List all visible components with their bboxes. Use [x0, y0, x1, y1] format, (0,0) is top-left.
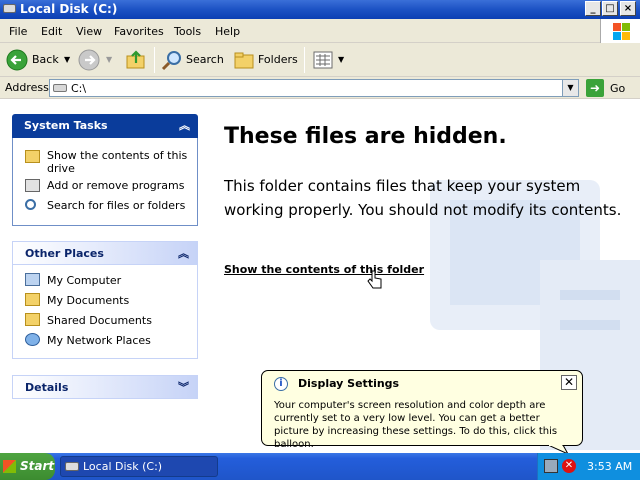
start-button[interactable]: Start: [0, 453, 55, 480]
other-places-panel: My Computer My Documents Shared Document…: [12, 265, 198, 359]
show-contents-link[interactable]: Show the contents of this folder: [224, 263, 424, 276]
address-input[interactable]: C:\ ▼: [49, 79, 579, 97]
up-folder-icon: [126, 50, 145, 69]
menu-bar: File Edit View Favorites Tools Help: [0, 19, 640, 43]
minimize-button[interactable]: _: [585, 1, 601, 16]
toolbar: Back ▼ ▼ Search Folders ▼: [0, 43, 640, 77]
place-my-network-places[interactable]: My Network Places: [47, 334, 151, 347]
documents-icon: [25, 293, 40, 306]
taskbar: Start Local Disk (C:) ✕ 3:53 AM: [0, 453, 640, 480]
details-header[interactable]: Details ︾: [12, 375, 198, 399]
taskbar-window-button[interactable]: Local Disk (C:): [60, 456, 218, 477]
folder-icon: [25, 313, 40, 326]
close-button[interactable]: ×: [620, 1, 636, 16]
system-tasks-header[interactable]: System Tasks ︽: [12, 114, 198, 138]
menu-tools[interactable]: Tools: [174, 25, 201, 38]
back-dropdown-icon[interactable]: ▼: [64, 48, 70, 72]
back-label: Back: [32, 53, 59, 66]
address-label: Address: [5, 81, 49, 94]
up-folder-button[interactable]: [124, 48, 148, 72]
place-my-documents[interactable]: My Documents: [47, 294, 129, 307]
explorer-window: Local Disk (C:) _ □ × File Edit View Fav…: [0, 0, 640, 455]
views-icon: [313, 51, 333, 69]
details-title: Details: [25, 381, 69, 394]
balloon-message: Your computer's screen resolution and co…: [274, 400, 558, 450]
toolbar-separator: [304, 47, 305, 73]
windows-logo-icon: [600, 19, 640, 43]
menu-favorites[interactable]: Favorites: [114, 25, 164, 38]
task-show-contents[interactable]: Show the contents of this drive: [47, 149, 187, 175]
drive-icon: [53, 84, 67, 92]
task-search-files[interactable]: Search for files or folders: [47, 199, 185, 212]
collapse-chevron-icon[interactable]: ︽: [178, 242, 189, 266]
drive-icon: [65, 462, 79, 471]
balloon-close-icon[interactable]: ✕: [561, 375, 577, 390]
collapse-chevron-icon[interactable]: ︽: [179, 114, 190, 138]
search-icon: [25, 199, 36, 210]
network-icon: [25, 333, 40, 346]
expand-chevron-icon[interactable]: ︾: [178, 376, 189, 400]
views-dropdown-icon[interactable]: ▼: [338, 48, 344, 72]
start-label: Start: [20, 459, 55, 473]
display-settings-tray-icon[interactable]: [544, 459, 558, 473]
folders-button[interactable]: Folders: [232, 48, 298, 72]
security-alert-icon[interactable]: ✕: [562, 459, 576, 473]
back-button[interactable]: Back ▼: [4, 48, 72, 72]
clock: 3:53 AM: [587, 460, 633, 473]
programs-icon: [25, 179, 40, 192]
other-places-header[interactable]: Other Places ︽: [12, 241, 198, 265]
go-arrow-icon: ➜: [586, 79, 604, 97]
search-icon: [161, 51, 181, 71]
folders-icon: [234, 52, 254, 69]
search-button[interactable]: Search: [160, 48, 224, 72]
forward-dropdown-icon[interactable]: ▼: [106, 48, 112, 72]
balloon-title: Display Settings: [298, 377, 400, 390]
search-label: Search: [186, 53, 224, 66]
title-bar[interactable]: Local Disk (C:) _ □ ×: [0, 0, 640, 19]
system-tray: ✕ 3:53 AM: [537, 453, 640, 480]
toolbar-separator: [154, 47, 155, 73]
menu-view[interactable]: View: [76, 25, 102, 38]
address-bar: Address C:\ ▼ ➜ Go: [0, 77, 640, 99]
forward-button[interactable]: ▼: [76, 48, 116, 72]
task-add-remove-programs[interactable]: Add or remove programs: [47, 179, 185, 192]
hidden-files-message: This folder contains files that keep you…: [224, 177, 622, 219]
other-places-title: Other Places: [25, 247, 104, 260]
menu-file[interactable]: File: [9, 25, 27, 38]
menu-edit[interactable]: Edit: [41, 25, 62, 38]
taskbar-window-label: Local Disk (C:): [83, 460, 163, 473]
page-title: These files are hidden.: [224, 124, 507, 149]
restore-button[interactable]: □: [602, 1, 618, 16]
menu-help[interactable]: Help: [215, 25, 240, 38]
views-button[interactable]: ▼: [311, 48, 347, 72]
system-tasks-panel: Show the contents of this drive Add or r…: [12, 138, 198, 226]
folders-label: Folders: [258, 53, 298, 66]
go-label: Go: [610, 82, 626, 95]
info-icon: i: [274, 377, 288, 391]
windows-logo-icon: [3, 460, 16, 473]
computer-icon: [25, 273, 40, 286]
folder-view-icon: [25, 150, 40, 163]
forward-arrow-icon: [78, 49, 100, 71]
system-tasks-title: System Tasks: [24, 119, 108, 132]
address-value: C:\: [71, 82, 87, 95]
place-my-computer[interactable]: My Computer: [47, 274, 121, 287]
address-dropdown-icon[interactable]: ▼: [562, 80, 578, 96]
go-button[interactable]: ➜ Go: [585, 79, 635, 97]
display-settings-balloon[interactable]: i Display Settings ✕ Your computer's scr…: [261, 370, 583, 450]
place-shared-documents[interactable]: Shared Documents: [47, 314, 152, 327]
back-arrow-icon: [6, 49, 28, 71]
drive-icon: [3, 4, 16, 13]
window-title: Local Disk (C:): [20, 2, 118, 16]
hand-cursor-icon: [367, 270, 382, 289]
